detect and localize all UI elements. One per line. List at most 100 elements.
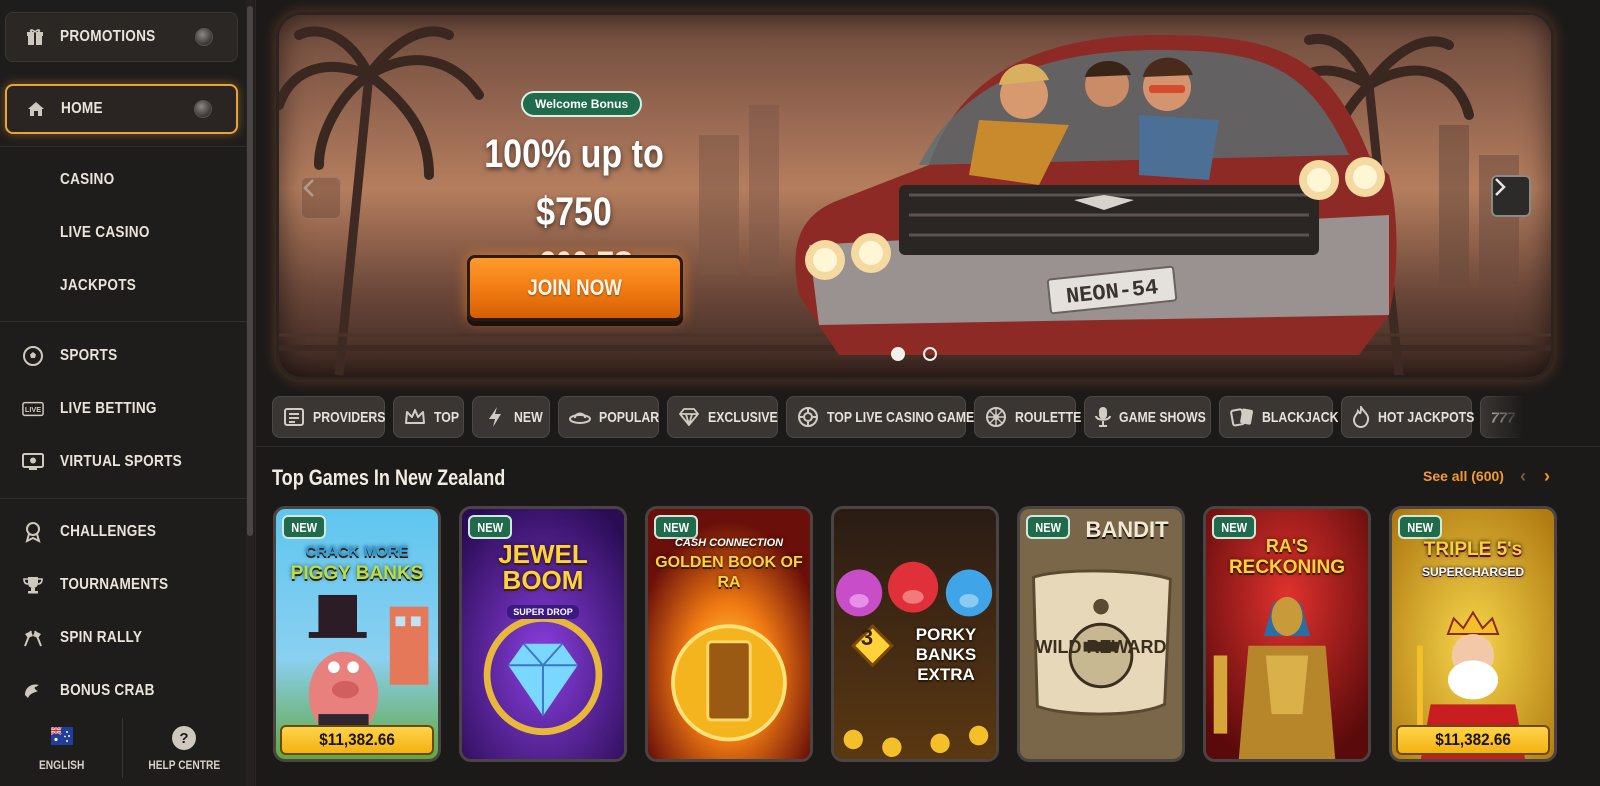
chip-label: TOP	[434, 408, 460, 426]
chevron-left-icon	[303, 179, 314, 197]
new-badge: NEW	[468, 515, 512, 539]
chip-providers[interactable]: PROVIDERS	[272, 396, 385, 438]
game-title-top: BANDIT	[1085, 517, 1169, 542]
home-toggle[interactable]	[194, 100, 212, 118]
game-title: CRACK MORE PIGGY BANKS	[282, 541, 432, 585]
ufo-icon	[569, 405, 591, 429]
game-card[interactable]: NEW RA'S RECKONING	[1203, 506, 1371, 762]
home-button[interactable]: HOME	[5, 84, 238, 134]
game-title: RA'S RECKONING	[1212, 535, 1362, 579]
microphone-icon	[1095, 405, 1111, 429]
games-next-button[interactable]: ›	[1544, 466, 1550, 487]
help-icon: ?	[172, 726, 196, 750]
sidebar-item-tournaments[interactable]: TOURNAMENTS	[0, 565, 246, 605]
sidebar-item-bonus-crab[interactable]: BONUS CRAB	[0, 671, 246, 711]
sidebar-item-label: VIRTUAL SPORTS	[60, 453, 182, 470]
new-badge: NEW	[1398, 515, 1442, 539]
game-card[interactable]: NEW CASH CONNECTION GOLDEN BOOK OF RA	[645, 506, 813, 762]
sidebar-scrollbar[interactable]	[246, 0, 254, 786]
sidebar-divider	[0, 321, 246, 322]
see-all-link[interactable]: See all (600)	[1423, 468, 1504, 484]
crown-icon	[404, 405, 426, 429]
welcome-bonus-text: Welcome Bonus	[535, 97, 629, 111]
game-card[interactable]: NEW BANDIT WILD REWARD	[1017, 506, 1185, 762]
help-centre-link[interactable]: ? HELP CENTRE	[124, 712, 244, 786]
cards-icon	[1230, 405, 1254, 429]
chip-popular[interactable]: POPULAR	[558, 396, 659, 438]
chip-game-shows[interactable]: GAME SHOWS	[1084, 396, 1211, 438]
game-card[interactable]: 3 PORKY BANKS EXTRA	[831, 506, 999, 762]
chip-top-live-casino-games[interactable]: TOP LIVE CASINO GAMES	[786, 396, 982, 438]
slide-dot-1[interactable]	[891, 347, 905, 361]
sidebar-item-label: SPORTS	[60, 347, 118, 364]
sidebar-item-spin-rally[interactable]: SPIN RALLY	[0, 618, 246, 658]
game-title-top: CASH CONNECTION	[674, 537, 784, 549]
badge-text: NEW	[1407, 519, 1433, 535]
join-now-button[interactable]: JOIN NOW	[467, 255, 683, 321]
sidebar-item-label: JACKPOTS	[60, 277, 137, 294]
home-icon	[25, 98, 47, 120]
game-title: TRIPLE 5's SUPERCHARGED	[1398, 539, 1548, 583]
game-title-bottom: WILD REWARD	[1035, 637, 1167, 657]
footer-divider	[122, 718, 123, 778]
chip-label: ROULETTE	[1015, 408, 1082, 426]
language-selector[interactable]: ENGLISH	[2, 712, 122, 786]
game-title-bottom: PORKY BANKS EXTRA	[915, 625, 977, 684]
gift-icon	[24, 26, 46, 48]
jackpot-amount-badge: $11,382.66	[280, 725, 434, 755]
badge-text: NEW	[477, 519, 503, 535]
svg-text:LIVE: LIVE	[25, 405, 41, 414]
game-title-bottom: RECKONING	[1228, 557, 1346, 578]
lightning-icon	[483, 405, 506, 429]
chip-label: PROVIDERS	[313, 408, 386, 426]
game-title-top: TRIPLE 5's	[1423, 539, 1523, 560]
game-title-bottom: GOLDEN BOOK OF RA	[655, 554, 803, 591]
new-badge: NEW	[1026, 515, 1070, 539]
hero-banner[interactable]: NEON-54 Welcome Bonus 100% up to $750 + …	[276, 12, 1554, 380]
australia-flag-icon	[50, 725, 73, 750]
sidebar-item-label: CASINO	[60, 171, 115, 188]
sidebar-divider	[0, 498, 246, 499]
scrollbar-thumb[interactable]	[247, 6, 253, 536]
home-label: HOME	[61, 100, 103, 117]
promotions-label: PROMOTIONS	[60, 28, 156, 45]
promotions-button[interactable]: PROMOTIONS	[5, 12, 238, 62]
games-prev-button[interactable]: ‹	[1520, 466, 1526, 487]
banner-next-button[interactable]	[1491, 175, 1531, 217]
chip-top[interactable]: TOP	[393, 396, 464, 438]
chip-roulette[interactable]: ROULETTE	[974, 396, 1081, 438]
chip-hot-jackpots[interactable]: HOT JACKPOTS	[1341, 396, 1474, 438]
chip-label: BLACKJACK	[1262, 408, 1339, 426]
chip-blackjack[interactable]: BLACKJACK	[1219, 396, 1339, 438]
chip-label: EXCLUSIVE	[708, 408, 778, 426]
banner-prev-button[interactable]	[301, 177, 341, 219]
soccer-ball-icon	[22, 345, 44, 367]
trophy-icon	[22, 574, 44, 596]
sidebar-item-casino[interactable]: CASINO	[0, 160, 246, 200]
chip-new[interactable]: NEW	[472, 396, 550, 438]
game-title-bottom: SUPERCHARGED	[1421, 565, 1524, 579]
game-card[interactable]: NEW CRACK MORE PIGGY BANKS $11,382.66	[273, 506, 441, 762]
sidebar-item-virtual-sports[interactable]: VIRTUAL SPORTS	[0, 442, 246, 482]
game-title-top: JEWEL	[498, 539, 588, 569]
badge-text: NEW	[291, 519, 317, 535]
help-label: HELP CENTRE	[148, 758, 220, 772]
game-title-bottom: PIGGY BANKS	[290, 563, 424, 584]
sidebar-item-live-betting[interactable]: LIVE LIVE BETTING	[0, 389, 246, 429]
game-title-number: 3	[860, 625, 874, 650]
sidebar-item-label: BONUS CRAB	[60, 682, 155, 699]
game-subtitle: SUPER DROP	[507, 605, 579, 619]
claw-icon	[22, 680, 44, 702]
badge-text: NEW	[1035, 519, 1061, 535]
game-card[interactable]: NEW JEWEL BOOM SUPER DROP	[459, 506, 627, 762]
slide-dot-2[interactable]	[923, 347, 937, 361]
jackpot-amount: $11,382.66	[319, 730, 395, 749]
promotions-toggle[interactable]	[195, 28, 213, 46]
sidebar-item-challenges[interactable]: CHALLENGES	[0, 512, 246, 552]
chip-exclusive[interactable]: EXCLUSIVE	[667, 396, 778, 438]
game-card[interactable]: NEW TRIPLE 5's SUPERCHARGED $11,382.66	[1389, 506, 1557, 762]
sidebar-item-sports[interactable]: SPORTS	[0, 336, 246, 376]
sidebar-item-live-casino[interactable]: LIVE CASINO	[0, 213, 246, 253]
badge-text: NEW	[1221, 519, 1247, 535]
sidebar-item-jackpots[interactable]: JACKPOTS	[0, 266, 246, 306]
